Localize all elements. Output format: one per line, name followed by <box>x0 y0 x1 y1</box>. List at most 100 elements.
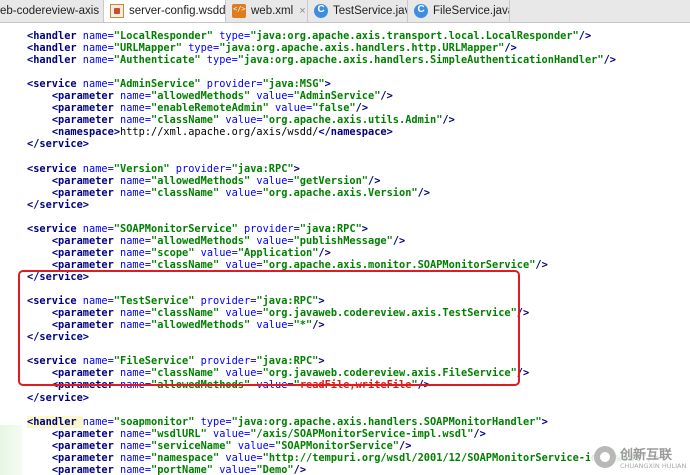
code-token: name= <box>120 90 152 103</box>
code-token: "SOAPMonitorService" <box>113 222 244 235</box>
code-token: "URLMapper" <box>113 42 189 55</box>
code-token: "soapmonitor" <box>113 415 201 428</box>
code-line[interactable]: </service> <box>27 138 89 150</box>
code-token: type= <box>188 42 220 55</box>
code-token: > <box>361 222 368 235</box>
code-line[interactable]: <handler name="Authenticate" type="java:… <box>27 54 616 66</box>
code-line[interactable]: <parameter name="allowedMethods" value="… <box>27 235 405 247</box>
code-token: /> <box>473 427 486 440</box>
code-token: <parameter <box>51 102 121 115</box>
code-token: <parameter <box>51 186 121 199</box>
code-token: value= <box>225 451 263 464</box>
code-token: /> <box>442 114 455 127</box>
code-line[interactable]: <parameter name="enableRemoteAdmin" valu… <box>27 102 368 114</box>
code-token: "publishMessage" <box>293 234 393 247</box>
tab-server-config[interactable]: server-config.wsdd × <box>104 0 226 22</box>
watermark-text: 创新互联 <box>620 448 673 463</box>
code-token: name= <box>82 78 114 91</box>
code-token: "/axis/SOAPMonitorService-impl.wsdl" <box>250 427 474 440</box>
code-token: value= <box>256 90 294 103</box>
code-line[interactable]: <parameter name="className" value="org.a… <box>27 114 455 126</box>
code-token: "wsdlURL" <box>151 427 214 440</box>
code-line[interactable]: <parameter name="scope" value="Applicati… <box>27 247 331 259</box>
code-token: /> <box>380 90 393 103</box>
code-token: /> <box>392 234 406 247</box>
code-token: > <box>324 78 331 91</box>
watermark-logo: 创新互联 CHUANGXIN HULIAN <box>590 440 690 475</box>
code-token: "Demo" <box>256 463 294 475</box>
code-token: value= <box>237 439 276 452</box>
tab-test-service[interactable]: TestService.java × <box>308 0 408 22</box>
tab-label: TestService.java <box>333 5 407 17</box>
code-token: "allowedMethods" <box>151 174 257 187</box>
code-token: "org.apache.axis.utils.Admin" <box>262 114 443 127</box>
code-token: <parameter <box>51 439 121 452</box>
tab-file-service[interactable]: FileService.java × <box>408 0 510 22</box>
watermark-icon <box>594 446 616 468</box>
code-token: "portName" <box>151 463 220 475</box>
code-token: <parameter <box>51 114 121 127</box>
code-token: name= <box>120 427 152 440</box>
code-line[interactable]: <parameter name="namespace" value="http:… <box>27 451 660 464</box>
code-token: "Authenticate" <box>113 54 207 67</box>
code-line[interactable]: <parameter name="serviceName" value="SOA… <box>27 439 412 452</box>
code-line[interactable]: <parameter name="className" value="org.a… <box>27 187 430 199</box>
code-token: /> <box>535 258 548 271</box>
code-token: name= <box>82 30 114 42</box>
code-line[interactable]: </service> <box>27 392 89 404</box>
watermark-subtext: CHUANGXIN HULIAN <box>620 462 687 470</box>
code-token: provider= <box>206 78 263 91</box>
close-icon[interactable]: × <box>299 5 305 17</box>
code-line[interactable]: <handler name="URLMapper" type="java:org… <box>27 42 517 54</box>
code-token: "AdminService" <box>293 90 381 103</box>
code-editor[interactable]: <handler name="LocalResponder" type="jav… <box>0 23 690 475</box>
code-token: <parameter <box>51 90 121 103</box>
java-class-icon <box>314 4 328 18</box>
code-token: "java:org.apache.axis.transport.local.Lo… <box>250 30 579 42</box>
code-line[interactable]: <service name="Version" provider="java:R… <box>27 163 300 175</box>
code-token: name= <box>120 102 152 115</box>
code-line[interactable]: <parameter name="wsdlURL" value="/axis/S… <box>27 428 486 440</box>
code-token: "getVersion" <box>293 174 369 187</box>
code-token: "Application" <box>237 246 319 259</box>
code-line[interactable]: <service name="AdminService" provider="j… <box>27 78 331 90</box>
code-token: "allowedMethods" <box>151 90 257 103</box>
code-line[interactable]: <parameter name="portName" value="Demo"/… <box>27 464 306 475</box>
code-token: value= <box>213 427 251 440</box>
code-token: /> <box>417 186 431 199</box>
code-token: "java:org.apache.axis.handlers.SimpleAut… <box>237 54 604 67</box>
code-token: <handler <box>27 42 83 55</box>
code-token: provider= <box>243 222 300 235</box>
tab-project[interactable]: eb-codereview-axis × <box>0 0 104 22</box>
code-token: name= <box>82 54 114 67</box>
tab-web-xml[interactable]: web.xml × <box>226 0 308 22</box>
code-token: value= <box>275 102 313 115</box>
code-token: name= <box>82 162 114 175</box>
code-token: <parameter <box>51 463 121 475</box>
code-line[interactable]: <handler name="LocalResponder" type="jav… <box>27 30 591 42</box>
code-token: <parameter <box>51 246 121 259</box>
code-line[interactable]: <parameter name="allowedMethods" value="… <box>27 174 381 187</box>
code-line[interactable]: <handler name="soapmonitor" type="java:o… <box>27 415 548 428</box>
code-line[interactable]: </service> <box>27 199 89 211</box>
code-token: value= <box>225 186 263 199</box>
code-token: name= <box>120 114 152 127</box>
code-token: <handler <box>27 54 83 67</box>
code-token: "serviceName" <box>151 439 238 452</box>
code-token: name= <box>82 222 114 235</box>
code-line[interactable]: <service name="SOAPMonitorService" provi… <box>27 223 368 235</box>
code-token: "className" <box>151 186 226 199</box>
code-line[interactable]: <parameter name="allowedMethods" value="… <box>27 90 393 102</box>
code-line[interactable]: <namespace>http://xml.apache.org/axis/ws… <box>27 126 393 138</box>
code-token: <service <box>27 162 83 175</box>
code-token: "java:MSG" <box>262 78 325 91</box>
code-token: /> <box>603 54 616 67</box>
code-token: name= <box>120 246 152 259</box>
code-token: name= <box>120 186 152 199</box>
